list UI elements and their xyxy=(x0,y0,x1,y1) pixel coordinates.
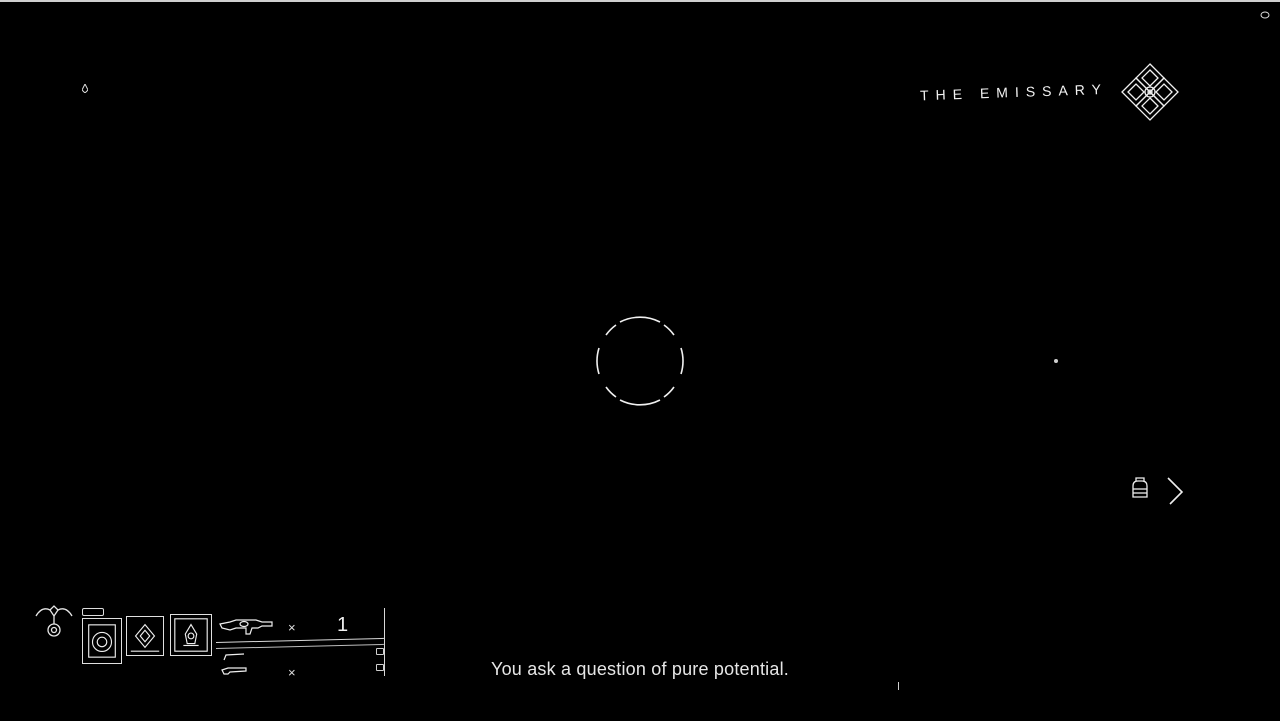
melee-icon xyxy=(130,623,160,652)
ammo-bar-secondary xyxy=(215,643,384,649)
primary-ammo-prefix: × xyxy=(288,620,296,635)
subtitle-marker xyxy=(898,682,902,690)
ammo-bar xyxy=(215,637,384,643)
melee-ability-slot xyxy=(126,616,164,656)
speaker-name: THE EMISSARY xyxy=(919,80,1109,104)
player-hud: × 1 × xyxy=(28,600,398,690)
primary-weapon xyxy=(218,614,274,636)
heavy-weapon-icon xyxy=(223,653,245,661)
super-icon xyxy=(174,618,208,652)
grenade-ability-slot xyxy=(82,618,122,664)
interact-hand-icon xyxy=(1132,477,1148,498)
hud-divider xyxy=(384,608,385,676)
ghost-shell-icon xyxy=(1121,63,1179,121)
primary-ammo-count: 1 xyxy=(337,614,349,636)
health-pip xyxy=(82,608,104,616)
secondary-ammo-prefix: × xyxy=(288,665,296,680)
sidearm-icon xyxy=(221,667,247,675)
hud-tick xyxy=(376,648,384,655)
secondary-weapon xyxy=(218,662,248,678)
dialogue-subtitle: You ask a question of pure potential. xyxy=(491,659,789,679)
super-ability-slot xyxy=(170,614,212,656)
waypoint-marker-icon xyxy=(81,80,89,94)
auto-rifle-icon xyxy=(219,619,273,635)
grenade-icon xyxy=(88,624,116,658)
interact-prompt[interactable] xyxy=(1128,474,1186,508)
chevron-right-icon xyxy=(1167,477,1184,505)
hud-tick xyxy=(376,664,384,671)
class-emblem-icon xyxy=(35,605,73,637)
distant-object xyxy=(1054,359,1058,363)
corner-indicator-icon xyxy=(1260,11,1270,19)
crosshair-reticle xyxy=(596,316,684,406)
top-frame-line xyxy=(0,0,1280,2)
speaker-header: THE EMISSARY xyxy=(920,62,1180,122)
